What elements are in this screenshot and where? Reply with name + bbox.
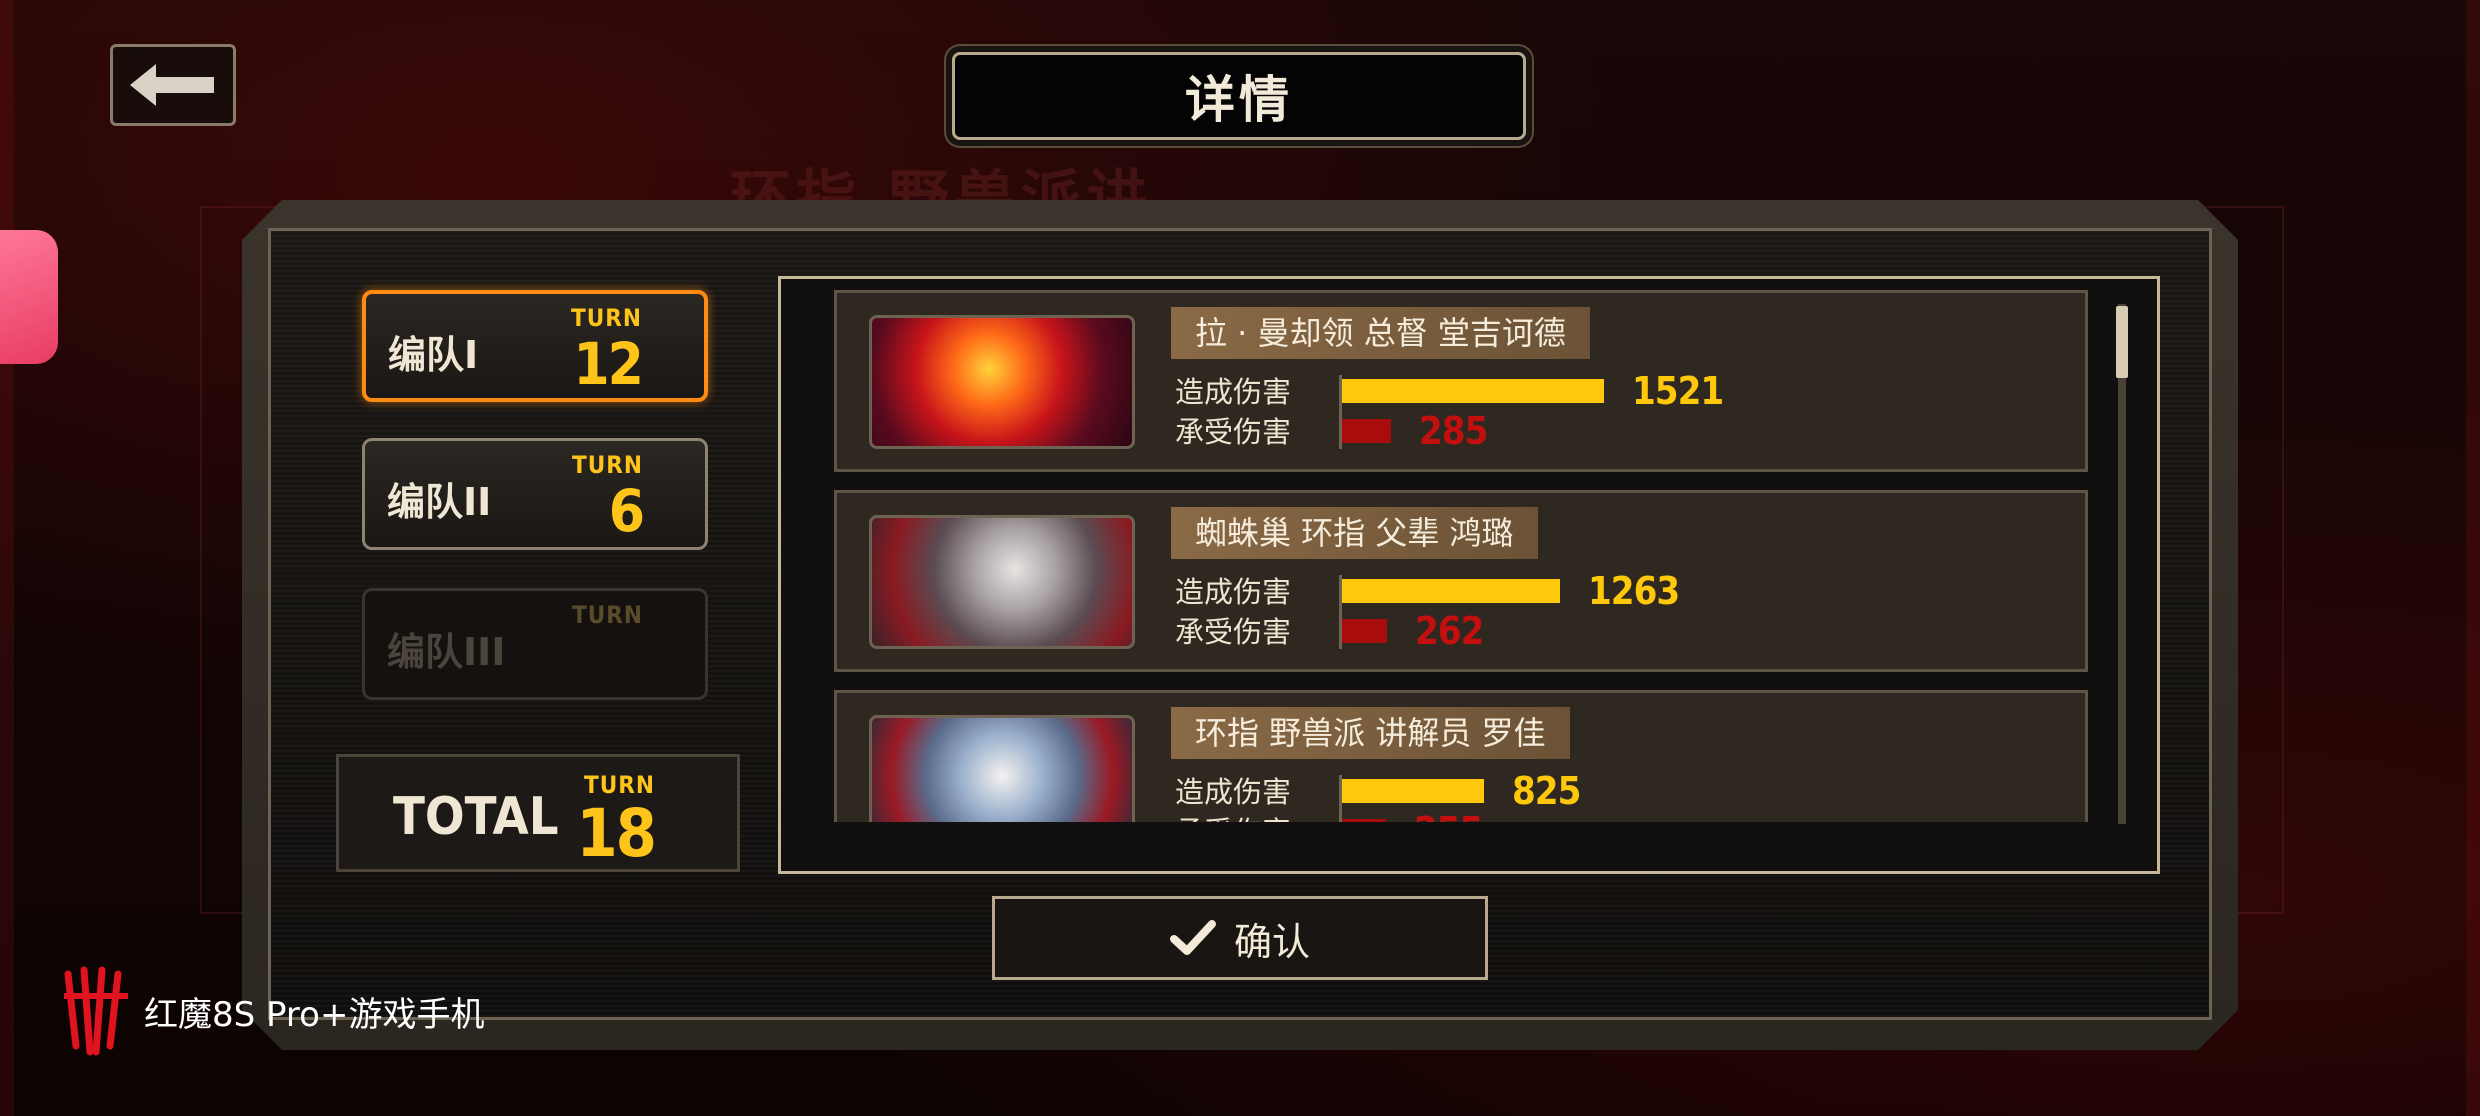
damage-dealt-label: 造成伤害 — [1175, 775, 1292, 809]
page-title: 详情 — [952, 52, 1526, 140]
damage-dealt-value: 825 — [1512, 769, 1581, 813]
turn-label: TURN — [572, 451, 643, 479]
turn-count: 6 — [608, 477, 645, 545]
character-name: 蜘蛛巢 环指 父辈 鸿璐 — [1171, 507, 1538, 559]
character-list[interactable]: 拉 · 曼却领 总督 堂吉诃德 造成伤害 承受伤害 1521 285 蜘蛛巢 环… — [834, 290, 2088, 822]
damage-taken-bar — [1342, 819, 1386, 822]
bg-stripe-left — [0, 0, 14, 1116]
tab-team-3: 编队III TURN — [362, 588, 708, 700]
back-button[interactable] — [110, 44, 236, 126]
total-label: TOTAL — [393, 787, 559, 847]
damage-taken-bar — [1342, 419, 1391, 443]
confirm-button[interactable]: 确认 — [992, 896, 1488, 980]
total-turn-count: 18 — [576, 795, 657, 872]
checkmark-icon — [1169, 920, 1216, 955]
damage-taken-label: 承受伤害 — [1175, 415, 1292, 449]
list-scrollbar-thumb[interactable] — [2116, 306, 2128, 378]
device-watermark: 红魔8S Pro+游戏手机 — [62, 966, 484, 1056]
team-label: 编队III — [387, 630, 506, 674]
team-label: 编队I — [388, 333, 479, 377]
character-name: 拉 · 曼却领 总督 堂吉诃德 — [1171, 307, 1590, 359]
damage-dealt-bar — [1342, 379, 1604, 403]
character-card: 拉 · 曼却领 总督 堂吉诃德 造成伤害 承受伤害 1521 285 — [834, 290, 2088, 472]
damage-taken-label: 承受伤害 — [1175, 615, 1292, 649]
damage-dealt-value: 1521 — [1632, 369, 1724, 413]
watermark-text: 红魔8S Pro+游戏手机 — [144, 994, 485, 1035]
bg-stripe-right — [2466, 0, 2480, 1116]
damage-taken-value: 285 — [1419, 409, 1488, 453]
turn-label: TURN — [571, 304, 642, 332]
damage-taken-bar — [1342, 619, 1387, 643]
tab-team-2[interactable]: 编队II TURN 6 — [362, 438, 708, 550]
list-scrollbar-track[interactable] — [2118, 304, 2126, 824]
turn-label: TURN — [572, 601, 643, 629]
character-portrait — [869, 715, 1135, 822]
character-portrait — [869, 515, 1135, 649]
damage-dealt-bar — [1342, 779, 1484, 803]
damage-dealt-label: 造成伤害 — [1175, 375, 1292, 409]
character-name: 环指 野兽派 讲解员 罗佳 — [1171, 707, 1570, 759]
damage-dealt-label: 造成伤害 — [1175, 575, 1292, 609]
tab-team-1[interactable]: 编队I TURN 12 — [362, 290, 708, 402]
total-turns-box: TOTAL TURN 18 — [336, 754, 740, 872]
damage-dealt-bar — [1342, 579, 1560, 603]
character-card: 蜘蛛巢 环指 父辈 鸿璐 造成伤害 承受伤害 1263 262 — [834, 490, 2088, 672]
character-card: 环指 野兽派 讲解员 罗佳 造成伤害 承受伤害 825 255 — [834, 690, 2088, 822]
confirm-label: 确认 — [1233, 919, 1310, 964]
red-magic-logo-icon — [64, 966, 128, 1056]
damage-taken-label: 承受伤害 — [1175, 809, 1291, 822]
damage-taken-value: 262 — [1415, 609, 1484, 653]
team-label: 编队II — [387, 480, 492, 524]
character-portrait — [869, 315, 1135, 449]
damage-taken-value: 255 — [1414, 809, 1483, 822]
floating-app-icon[interactable] — [0, 230, 58, 364]
turn-count: 12 — [573, 330, 644, 398]
damage-dealt-value: 1263 — [1588, 569, 1680, 613]
left-arrow-icon — [130, 64, 214, 106]
